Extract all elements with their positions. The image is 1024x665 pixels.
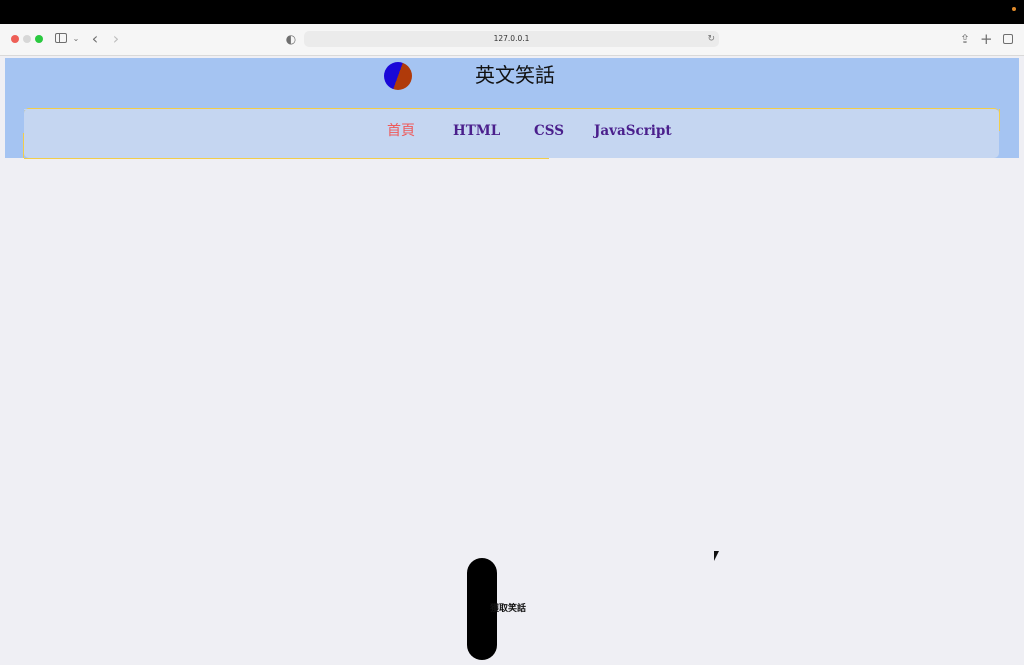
site-header: 英文笑話 首頁 HTML CSS JavaScript [5, 58, 1019, 159]
nav-border [24, 158, 549, 159]
nav-item-css[interactable]: CSS [534, 121, 564, 141]
tabs-icon[interactable] [1002, 30, 1014, 48]
zoom-window-button[interactable] [35, 35, 43, 43]
sidebar-icon[interactable] [55, 30, 67, 48]
reload-icon[interactable]: ↻ [707, 31, 715, 47]
logo-icon [384, 62, 412, 90]
os-menu-bar [0, 0, 1024, 24]
mouse-cursor [714, 551, 719, 561]
nav-item-home[interactable]: 首頁 [387, 121, 415, 141]
nav-border [999, 109, 1000, 131]
close-window-button[interactable] [11, 35, 19, 43]
fetch-joke-label[interactable]: 獲取笑話 [490, 602, 526, 616]
chevron-right-icon[interactable]: › [110, 30, 122, 48]
nav-border [23, 133, 24, 158]
page-title: 英文笑話 [475, 63, 555, 87]
url-text[interactable]: 127.0.0.1 [304, 31, 719, 47]
plus-icon[interactable]: + [980, 30, 993, 48]
nav-item-javascript[interactable]: JavaScript [594, 121, 672, 141]
status-dot [1012, 7, 1016, 11]
minimize-window-button[interactable] [23, 35, 31, 43]
chevron-down-icon[interactable]: ⌄ [72, 30, 80, 48]
chevron-left-icon[interactable]: ‹ [89, 30, 101, 48]
address-bar[interactable]: 127.0.0.1 ↻ [304, 31, 719, 47]
share-icon[interactable]: ⇪ [959, 30, 971, 48]
nav-item-html[interactable]: HTML [453, 121, 500, 141]
shield-icon[interactable]: ◐ [285, 30, 297, 48]
main-nav: 首頁 HTML CSS JavaScript [23, 108, 1000, 159]
